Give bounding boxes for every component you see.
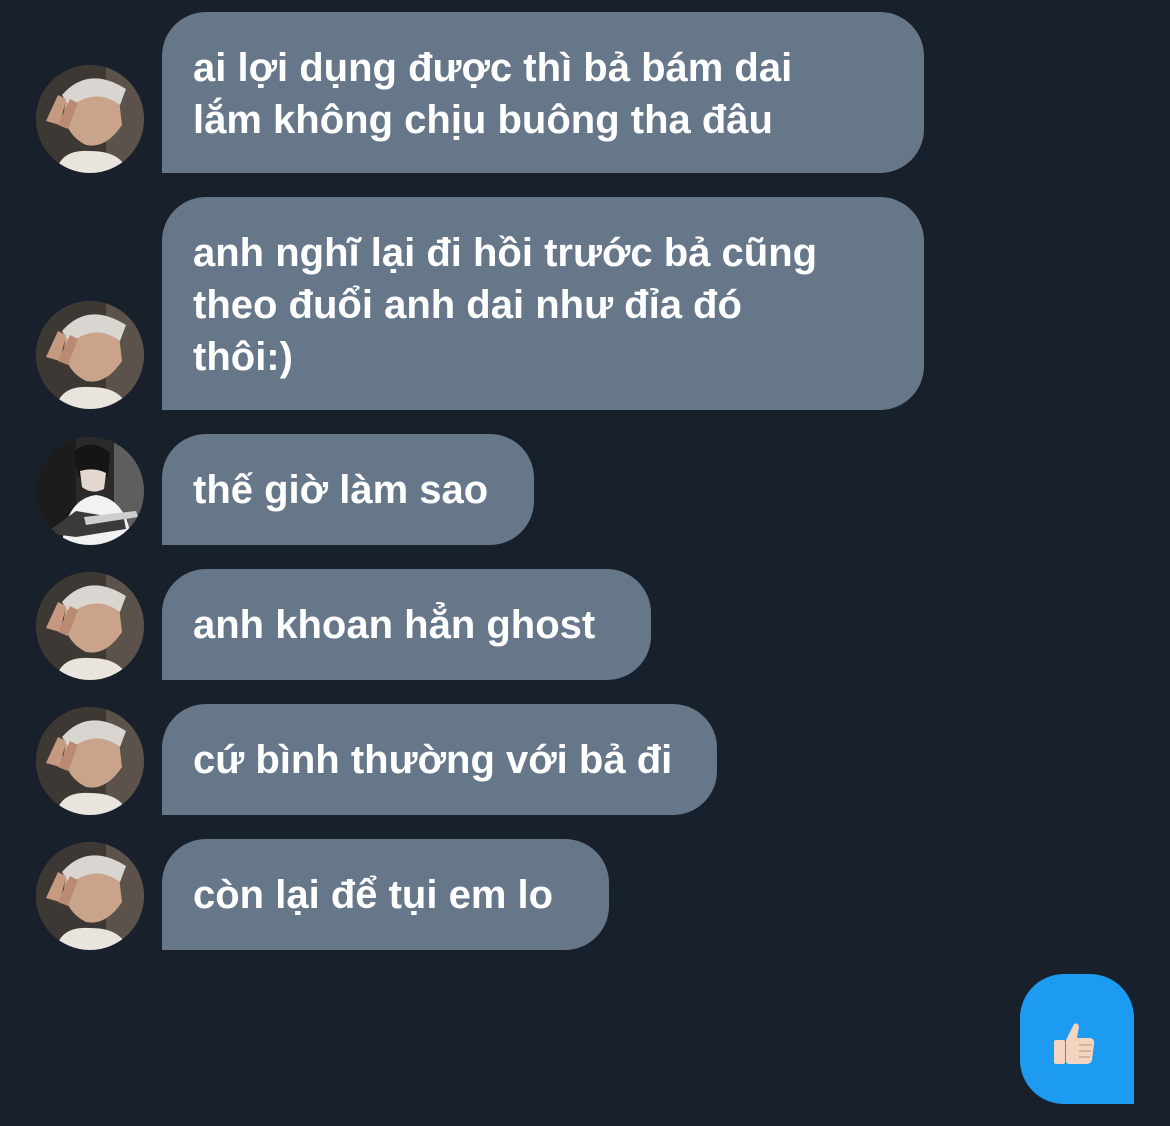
sent-message-bubble[interactable] xyxy=(1020,974,1134,1104)
thumbs-up-icon xyxy=(1054,1023,1095,1064)
friend-avatar[interactable] xyxy=(36,842,144,950)
message-text: còn lại để tụi em lo xyxy=(193,873,554,917)
message-bubble[interactable]: còn lại để tụi em lo xyxy=(162,839,609,950)
conversation: ai lợi dụng được thì bả bám dai lắm khôn… xyxy=(0,0,1170,1126)
message-row: còn lại để tụi em lo xyxy=(0,0,1170,960)
